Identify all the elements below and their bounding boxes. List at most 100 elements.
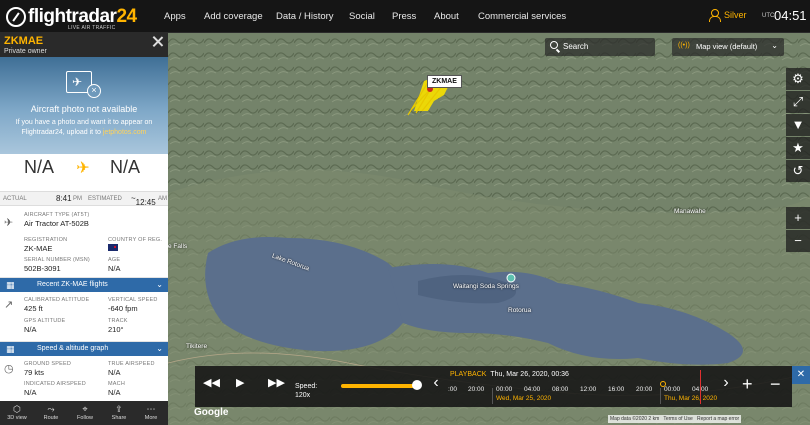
nav-commercial-services[interactable]: Commercial services	[478, 11, 566, 22]
track-value: 210°	[108, 325, 124, 334]
fullscreen-button[interactable]: ⤢	[786, 91, 810, 113]
speed-slider-track[interactable]	[341, 384, 417, 388]
nav-press[interactable]: Press	[392, 11, 416, 22]
jetphotos-link[interactable]: jetphotos.com	[103, 129, 147, 136]
favorites-button[interactable]: ★	[786, 137, 810, 159]
play-button[interactable]: ▶	[236, 376, 244, 389]
nav-add-coverage[interactable]: Add coverage	[204, 11, 263, 22]
close-icon[interactable]	[152, 35, 164, 47]
speed-details: ◷ GROUND SPEED 79 kts TRUE AIRSPEED N/A …	[0, 356, 168, 404]
ground-speed-value: 79 kts	[24, 368, 45, 377]
zoom-out-button[interactable]: −	[786, 230, 810, 252]
user-account-button[interactable]: Silver	[709, 9, 747, 22]
nav-social[interactable]: Social	[349, 11, 375, 22]
actual-time: 8:41	[56, 194, 72, 203]
playback-bar: ◀◀ ▶ ▶▶ Speed: 120x ‹ PLAYBACK Thu, Mar …	[195, 366, 792, 407]
panel-header: ZKMAE Private owner	[0, 33, 168, 57]
aircraft-callsign-label[interactable]: ZKMAE	[427, 75, 462, 88]
brand-name: flightradar	[28, 6, 117, 27]
map-view-label: Map view (default)	[696, 42, 758, 51]
timeline-tick: 20:00	[468, 386, 485, 393]
playback-history-button[interactable]: ↺	[786, 160, 810, 182]
nav-apps[interactable]: Apps	[164, 11, 186, 22]
chevron-down-icon: ⌄	[156, 344, 163, 353]
chevron-right-icon: ›	[723, 374, 729, 391]
brand-number: 24	[116, 6, 137, 27]
map-label-waitangi-soda-springs: Waitangi Soda Springs	[453, 283, 519, 290]
playback-timeline[interactable]: PLAYBACK Thu, Mar 26, 2020, 00:36 :00 20…	[448, 368, 718, 405]
timeline-zoom-out-button[interactable]: −	[770, 374, 781, 395]
timeline-date: Thu, Mar 26, 2020	[664, 395, 718, 402]
utc-clock: 04:51	[774, 8, 807, 23]
photo-unavailable-icon: ✈ ×	[66, 71, 101, 98]
share-icon: ⇪	[115, 404, 123, 414]
timeline-tick: :00	[448, 386, 458, 393]
recent-flights-label: Recent ZK-MAE flights	[37, 281, 108, 288]
broadcast-icon: ((•))	[678, 42, 690, 49]
google-logo[interactable]: Google	[194, 407, 228, 418]
calibrated-altitude-label: CALIBRATED ALTITUDE	[24, 297, 90, 303]
estimated-time: ~ 12:45	[131, 194, 156, 207]
climb-icon: ↗	[4, 299, 14, 311]
settings-button[interactable]: ⚙	[786, 68, 810, 90]
new-zealand-flag-icon	[108, 244, 118, 251]
country-of-reg-label: COUNTRY OF REG.	[108, 237, 163, 243]
estimated-time-suffix: AM	[158, 196, 167, 202]
vertical-speed-label: VERTICAL SPEED	[108, 297, 158, 303]
gps-altitude-value: N/A	[24, 325, 37, 334]
timeline-forward-button[interactable]: ›	[719, 374, 733, 396]
speed-value: 120x	[295, 392, 311, 399]
aircraft-owner: Private owner	[4, 48, 47, 55]
minus-icon: −	[770, 374, 781, 394]
timeline-zoom-in-button[interactable]: +	[742, 374, 753, 395]
history-icon: ↺	[792, 163, 804, 178]
flightradar24-logo[interactable]: flightradar24 LIVE AIR TRAFFIC	[6, 5, 137, 31]
fast-forward-button[interactable]: ▶▶	[268, 376, 285, 389]
filter-button[interactable]: ▼	[786, 114, 810, 136]
actual-label: ACTUAL	[3, 196, 27, 202]
report-map-error-link[interactable]: Report a map error	[697, 416, 739, 422]
playback-speed: Speed: 120x	[295, 382, 317, 400]
gps-altitude-label: GPS ALTITUDE	[24, 318, 66, 324]
timeline-current-position	[700, 370, 701, 404]
origin-code[interactable]: N/A	[24, 157, 54, 178]
speed-slider-handle[interactable]	[412, 380, 422, 390]
utc-label: UTC	[762, 13, 775, 19]
nav-data-history[interactable]: Data / History	[276, 11, 334, 22]
follow-button[interactable]: ⌖ Follow	[68, 404, 102, 421]
calibrated-altitude-value: 425 ft	[24, 304, 43, 313]
age-label: AGE	[108, 257, 121, 263]
plus-icon: +	[794, 210, 802, 225]
search-box[interactable]: Search	[545, 38, 655, 56]
aircraft-registration-title: ZKMAE	[4, 35, 44, 47]
chevron-down-icon: ⌄	[156, 280, 163, 289]
indicated-airspeed-label: INDICATED AIRSPEED	[24, 381, 86, 387]
aircraft-details: ✈ AIRCRAFT TYPE (AT5T) Air Tractor AT-50…	[0, 206, 168, 278]
map-view-dropdown[interactable]: ((•)) Map view (default) ⌄	[672, 38, 784, 56]
top-navigation-bar: flightradar24 LIVE AIR TRAFFIC Apps Add …	[0, 0, 810, 33]
aircraft-info-panel: ZKMAE Private owner ✈ × Aircraft photo no…	[0, 33, 168, 425]
route-button[interactable]: ⤳ Route	[34, 404, 68, 421]
timeline-tick: 16:00	[608, 386, 625, 393]
3d-view-button[interactable]: ⬡ 3D view	[0, 404, 34, 421]
nav-about[interactable]: About	[434, 11, 459, 22]
estimated-label: ESTIMATED	[88, 196, 122, 202]
share-button[interactable]: ⇪ Share	[102, 404, 136, 421]
more-button[interactable]: ⋯ More	[134, 404, 168, 421]
indicated-airspeed-value: N/A	[24, 388, 37, 397]
registration-label: REGISTRATION	[24, 237, 68, 243]
zoom-in-button[interactable]: +	[786, 207, 810, 229]
registration-value: ZK-MAE	[24, 244, 53, 253]
timeline-back-button[interactable]: ‹	[429, 374, 443, 396]
timeline-tick: 12:00	[580, 386, 597, 393]
speed-label: Speed:	[295, 383, 318, 390]
destination-code[interactable]: N/A	[110, 157, 140, 178]
recent-flights-bar[interactable]: ▦ Recent ZK-MAE flights ⌄	[0, 278, 168, 292]
timeline-tick: 00:00	[664, 386, 681, 393]
aircraft-photo-placeholder: ✈ × Aircraft photo not available If you h…	[0, 57, 168, 154]
more-icon: ⋯	[146, 404, 156, 414]
terms-of-use-link[interactable]: Terms of Use	[663, 416, 692, 422]
close-playback-button[interactable]: ✕	[792, 366, 810, 384]
rewind-button[interactable]: ◀◀	[203, 376, 220, 389]
speed-altitude-graph-bar[interactable]: ▦ Speed & altitude graph ⌄	[0, 342, 168, 356]
